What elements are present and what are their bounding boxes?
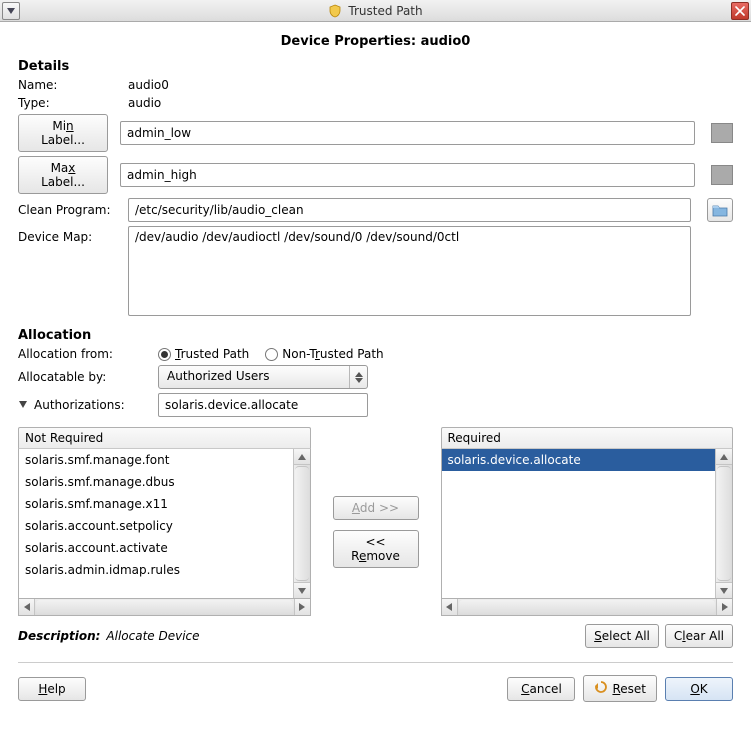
min-label-button[interactable]: Min Label... [18,114,108,152]
scroll-left-icon[interactable] [442,599,458,615]
horizontal-scrollbar[interactable] [18,599,311,616]
titlebar: Trusted Path [0,0,751,22]
vertical-scrollbar[interactable] [293,449,310,598]
scroll-thumb[interactable] [295,466,309,581]
list-item[interactable]: solaris.smf.manage.x11 [19,493,293,515]
scroll-thumb[interactable] [717,466,731,581]
authorizations-field[interactable] [158,393,368,417]
allocatable-by-label: Allocatable by: [18,370,158,384]
reset-button[interactable]: Reset [583,675,657,702]
min-label-color-swatch[interactable] [711,123,733,143]
list-item[interactable]: solaris.smf.manage.dbus [19,471,293,493]
device-map-label: Device Map: [18,226,128,244]
type-value: audio [128,96,161,110]
clear-all-button[interactable]: Clear All [665,624,733,648]
help-button[interactable]: Help [18,677,86,701]
add-button[interactable]: Add >> [333,496,419,520]
page-title: Device Properties: audio0 [18,34,733,49]
horizontal-scrollbar[interactable] [441,599,734,616]
scroll-right-icon[interactable] [294,599,310,615]
not-required-list[interactable]: solaris.smf.manage.fontsolaris.smf.manag… [19,449,293,598]
cancel-button[interactable]: Cancel [507,677,575,701]
required-column: Required solaris.device.allocate [441,427,734,616]
scroll-thumb[interactable] [459,600,716,614]
window-menu-button[interactable] [2,2,20,20]
ok-button[interactable]: OK [665,677,733,701]
max-label-button[interactable]: Max Label... [18,156,108,194]
disclosure-triangle-icon[interactable] [18,398,28,408]
list-item[interactable]: solaris.device.allocate [442,449,716,471]
name-label: Name: [18,78,128,92]
max-label-field[interactable] [120,163,695,187]
device-map-field[interactable] [128,226,691,316]
combo-arrows-icon [349,366,367,388]
window-title: Trusted Path [348,4,422,18]
reset-icon [594,680,608,697]
list-item[interactable]: solaris.account.activate [19,537,293,559]
allocation-from-label: Allocation from: [18,347,158,361]
radio-non-trusted-path[interactable]: Non-Trusted Path [265,347,383,361]
allocation-section-title: Allocation [18,328,733,343]
scroll-left-icon[interactable] [19,599,35,615]
name-value: audio0 [128,78,169,92]
min-label-field[interactable] [120,121,695,145]
not-required-column: Not Required solaris.smf.manage.fontsola… [18,427,311,616]
browse-button[interactable] [707,198,733,222]
required-list[interactable]: solaris.device.allocate [442,449,716,598]
scroll-up-icon[interactable] [716,449,732,465]
remove-button[interactable]: << Remove [333,530,419,568]
radio-trusted-path[interactable]: Trusted Path [158,347,249,361]
max-label-color-swatch[interactable] [711,165,733,185]
list-item[interactable]: solaris.admin.idmap.rules [19,559,293,581]
description-label: Description: [18,629,100,643]
type-label: Type: [18,96,128,110]
clean-program-field[interactable] [128,198,691,222]
authorizations-label: Authorizations: [18,398,158,412]
description-value: Allocate Device [106,629,199,643]
details-section-title: Details [18,59,733,74]
list-item[interactable]: solaris.account.setpolicy [19,515,293,537]
close-button[interactable] [731,2,749,20]
scroll-up-icon[interactable] [294,449,310,465]
device-properties-window: Trusted Path Device Properties: audio0 D… [0,0,751,716]
allocatable-by-value: Authorized Users [159,366,349,388]
list-item[interactable]: solaris.smf.manage.font [19,449,293,471]
scroll-down-icon[interactable] [716,582,732,598]
clean-program-label: Clean Program: [18,203,128,217]
shield-icon [328,4,342,18]
vertical-scrollbar[interactable] [715,449,732,598]
required-header: Required [441,427,734,449]
scroll-right-icon[interactable] [716,599,732,615]
select-all-button[interactable]: Select All [585,624,659,648]
not-required-header: Not Required [18,427,311,449]
scroll-down-icon[interactable] [294,582,310,598]
allocatable-by-combo[interactable]: Authorized Users [158,365,368,389]
scroll-thumb[interactable] [36,600,293,614]
